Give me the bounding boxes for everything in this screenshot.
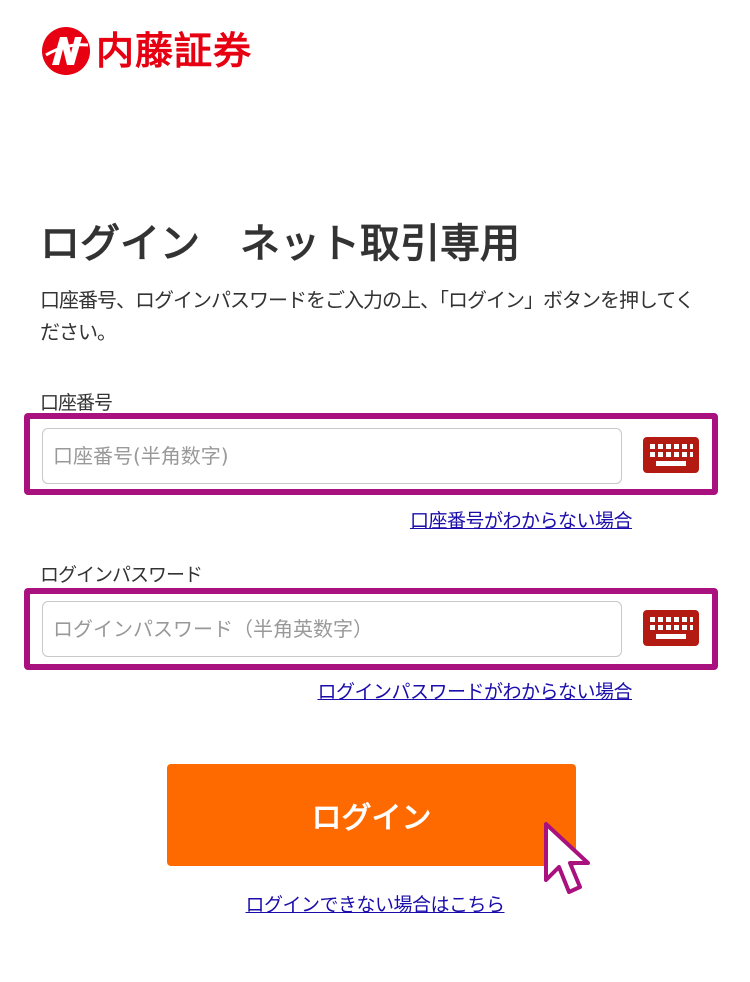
forgot-account-number-link[interactable]: 口座番号がわからない場合 — [410, 508, 633, 534]
login-button[interactable]: ログイン — [167, 764, 576, 866]
keyboard-icon — [643, 437, 699, 473]
account-number-input[interactable] — [42, 428, 622, 484]
cannot-login-link-text[interactable]: ログインできない場合はこちら — [245, 894, 505, 916]
account-keyboard-button[interactable] — [642, 436, 700, 474]
pointer-cursor-icon — [544, 822, 590, 894]
keyboard-icon — [643, 610, 699, 646]
password-label: ログインパスワード — [40, 564, 203, 586]
page-title: ログイン ネット取引専用 — [40, 221, 520, 267]
page-description: 口座番号、ログインパスワードをご入力の上、「ログイン」ボタンを押してください。 — [40, 288, 695, 344]
brand-name: 内藤証券 — [96, 29, 253, 73]
password-keyboard-button[interactable] — [642, 609, 700, 647]
forgot-password-link[interactable]: ログインパスワードがわからない場合 — [317, 679, 632, 705]
account-number-label: 口座番号 — [40, 392, 113, 414]
brand-logo: 内藤証券 — [40, 24, 252, 78]
cannot-login-link[interactable]: ログインできない場合はこちら — [0, 892, 750, 918]
naito-logo-icon — [42, 27, 90, 75]
password-input[interactable] — [42, 601, 622, 657]
